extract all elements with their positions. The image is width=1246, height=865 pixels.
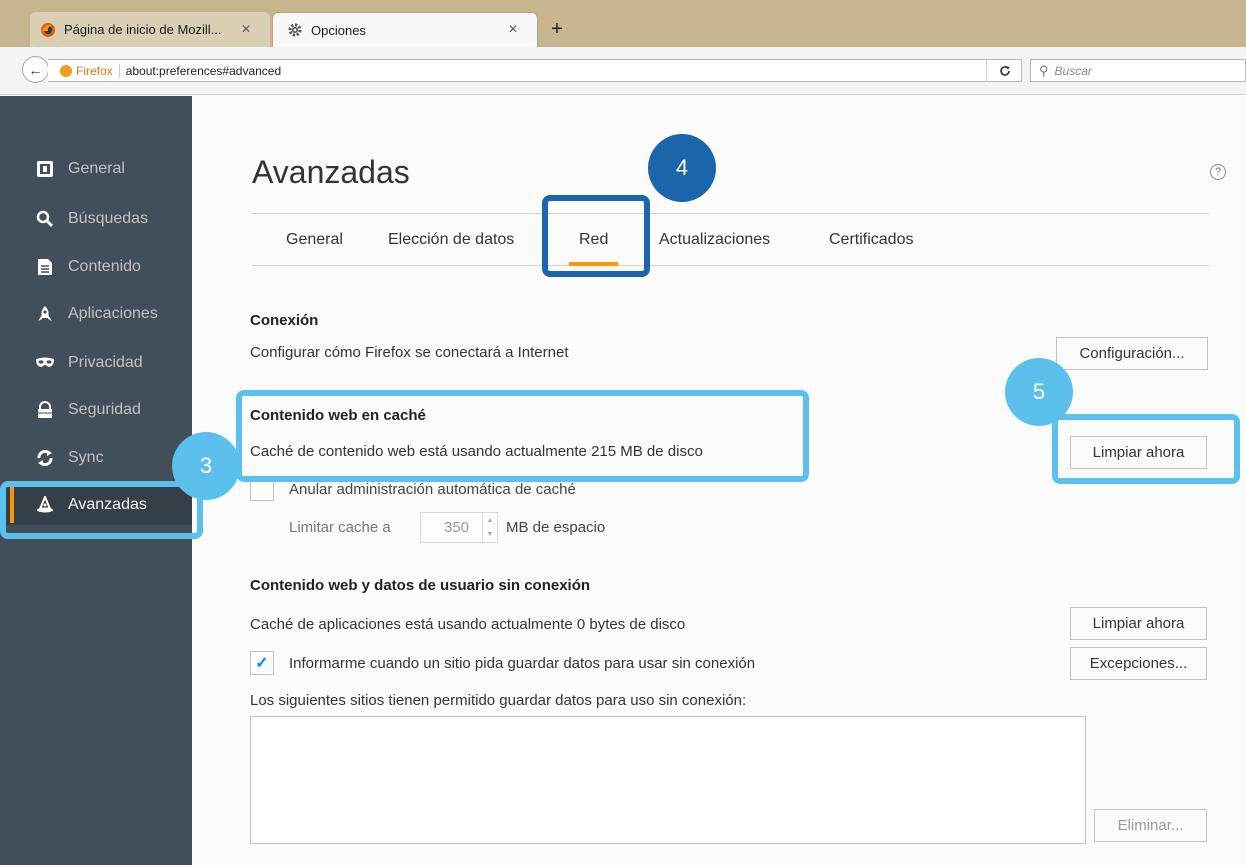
close-tab-icon[interactable]: × <box>234 21 258 39</box>
identity-label: Firefox <box>76 63 113 78</box>
tab-strip: Página de inicio de Mozill... × Opciones… <box>0 0 1246 47</box>
override-cache-checkbox[interactable] <box>250 477 274 501</box>
remove-site-button[interactable]: Eliminar... <box>1094 809 1207 842</box>
search-icon: ⚲ <box>1039 62 1049 78</box>
sidebar-item-label: Sync <box>68 449 104 466</box>
cache-limit-unit: MB de espacio <box>506 519 606 536</box>
document-icon <box>34 257 56 277</box>
url-bar[interactable]: Firefox about:preferences#advanced <box>48 59 1022 82</box>
new-tab-button[interactable]: + <box>542 16 572 42</box>
sidebar-item-seguridad[interactable]: Seguridad <box>0 390 192 430</box>
search-input[interactable]: ⚲ Buscar <box>1030 59 1246 82</box>
notify-offline-label: Informarme cuando un sitio pida guardar … <box>289 655 756 672</box>
sidebar-item-label: Contenido <box>68 258 141 275</box>
offline-sites-list[interactable] <box>250 716 1086 844</box>
reload-icon <box>999 65 1010 76</box>
browser-tab-title: Página de inicio de Mozill... <box>64 22 222 37</box>
stepper-down-icon[interactable]: ▼ <box>483 528 497 543</box>
sidebar-item-label: General <box>68 160 125 177</box>
sidebar-item-general[interactable]: General <box>0 149 192 189</box>
lock-icon <box>34 400 56 420</box>
cache-limit-value[interactable]: 350 <box>421 519 482 536</box>
url-text[interactable]: about:preferences#advanced <box>126 64 281 78</box>
connection-settings-button[interactable]: Configuración... <box>1056 337 1208 370</box>
connection-description: Configurar cómo Firefox se conectará a I… <box>250 344 569 361</box>
notify-offline-checkbox[interactable]: ✓ <box>250 651 274 675</box>
tab-actualizaciones[interactable]: Actualizaciones <box>659 214 770 266</box>
browser-tab-options[interactable]: Opciones × <box>272 12 538 47</box>
sidebar-item-contenido[interactable]: Contenido <box>0 247 192 287</box>
clear-offline-button[interactable]: Limpiar ahora <box>1070 607 1207 640</box>
reload-button[interactable] <box>986 59 1022 82</box>
cache-heading: Contenido web en caché <box>250 407 426 424</box>
sidebar-item-busquedas[interactable]: Búsquedas <box>0 199 192 239</box>
advanced-tabs: General Elección de datos Red Actualizac… <box>252 214 1209 266</box>
sidebar-item-privacidad[interactable]: Privacidad <box>0 343 192 383</box>
sidebar-item-label: Privacidad <box>68 354 143 371</box>
back-arrow-icon: ← <box>28 61 43 78</box>
wizard-hat-icon <box>34 495 56 515</box>
sidebar-item-label: Seguridad <box>68 401 141 418</box>
tab-eleccion-datos[interactable]: Elección de datos <box>388 214 514 266</box>
offline-sites-label: Los siguientes sitios tienen permitido g… <box>250 692 747 709</box>
search-icon <box>34 209 56 229</box>
step-badge-3: 3 <box>172 432 240 500</box>
offline-heading: Contenido web y datos de usuario sin con… <box>250 577 591 594</box>
help-icon[interactable]: ? <box>1210 164 1226 180</box>
checkmark-icon: ✓ <box>255 655 269 672</box>
override-cache-label: Anular administración automática de cach… <box>289 481 576 498</box>
tab-red[interactable]: Red <box>568 214 619 266</box>
sidebar-item-label: Aplicaciones <box>68 305 158 322</box>
cache-limit-stepper[interactable]: 350 ▲ ▼ <box>420 512 498 543</box>
navigation-bar: ← Firefox about:preferences#advanced ⚲ B… <box>0 47 1246 95</box>
sidebar-item-aplicaciones[interactable]: Aplicaciones <box>0 294 192 334</box>
page-title: Avanzadas <box>252 154 410 190</box>
step-badge-4: 4 <box>648 134 716 202</box>
tab-certificados[interactable]: Certificados <box>829 214 913 266</box>
offline-usage-text: Caché de aplicaciones está usando actual… <box>250 616 686 633</box>
sidebar-item-label: Búsquedas <box>68 210 149 227</box>
general-icon <box>34 159 56 179</box>
browser-tab-home[interactable]: Página de inicio de Mozill... × <box>30 12 270 47</box>
firefox-identity-icon <box>60 64 72 77</box>
step-badge-5: 5 <box>1005 358 1073 426</box>
mask-icon <box>34 353 56 373</box>
url-separator <box>118 63 120 78</box>
tab-general[interactable]: General <box>286 214 343 266</box>
cache-limit-label: Limitar cache a <box>289 519 391 536</box>
back-button[interactable]: ← <box>22 56 49 83</box>
sidebar-item-avanzadas[interactable]: Avanzadas <box>0 485 192 525</box>
exceptions-button[interactable]: Excepciones... <box>1070 647 1207 680</box>
cache-usage-text: Caché de contenido web está usando actua… <box>250 443 703 460</box>
firefox-icon <box>40 22 56 38</box>
connection-heading: Conexión <box>250 312 319 329</box>
stepper-up-icon[interactable]: ▲ <box>483 513 497 528</box>
rocket-icon <box>34 304 56 324</box>
preferences-pane: Avanzadas ? General Elección de datos Re… <box>192 96 1246 865</box>
sync-icon <box>34 448 56 468</box>
close-tab-icon[interactable]: × <box>501 21 525 39</box>
gear-icon <box>287 22 303 38</box>
browser-tab-title: Opciones <box>311 22 366 38</box>
stepper-arrows[interactable]: ▲ ▼ <box>482 513 497 542</box>
preferences-sidebar: General Búsquedas Contenido Aplicaciones… <box>0 96 192 865</box>
clear-cache-button[interactable]: Limpiar ahora <box>1070 436 1207 469</box>
sidebar-item-label: Avanzadas <box>68 496 147 513</box>
search-placeholder: Buscar <box>1054 63 1092 78</box>
sidebar-item-sync[interactable]: Sync <box>0 438 192 478</box>
